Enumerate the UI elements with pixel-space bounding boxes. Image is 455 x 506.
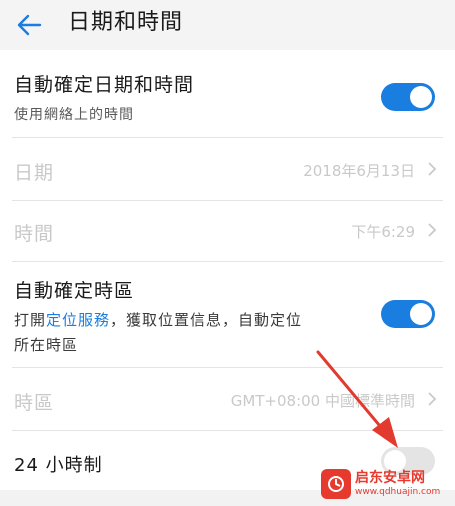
watermark-name: 启东安卓网	[355, 470, 425, 486]
watermark-url: www.qdhuajin.com	[355, 487, 441, 497]
watermark-logo-icon	[321, 469, 351, 499]
annotation-arrow-icon	[316, 350, 398, 448]
watermark: 启东安卓网 www.qdhuajin.com	[321, 466, 449, 502]
